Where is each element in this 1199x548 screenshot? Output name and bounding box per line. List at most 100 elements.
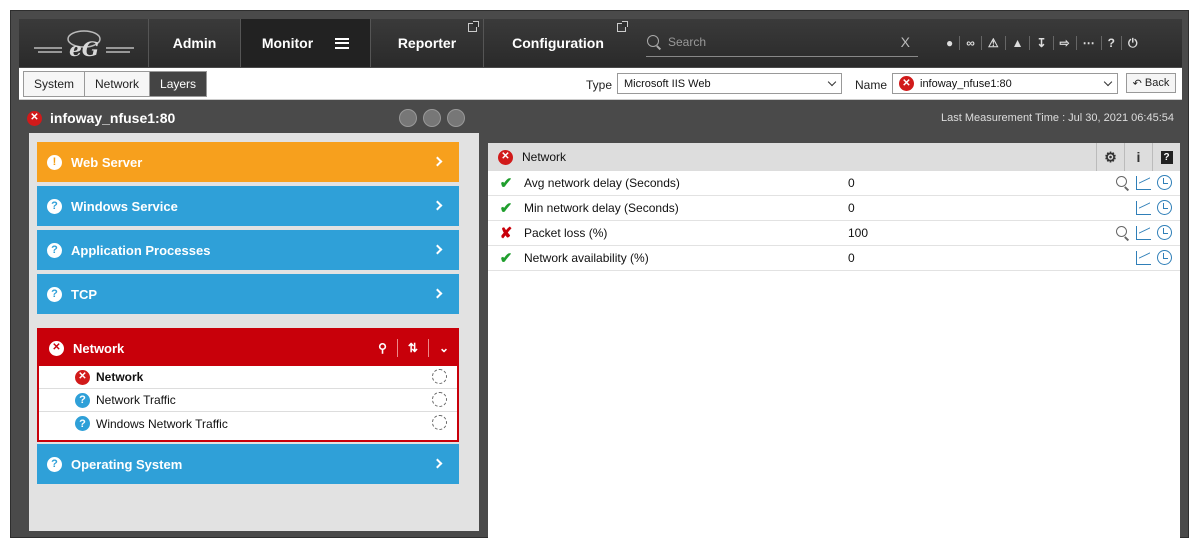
layer-tcp[interactable]: ? TCP <box>37 274 459 314</box>
chevron-down-icon <box>827 77 837 87</box>
warning-icon: ! <box>47 154 62 170</box>
component-header: ✕ infoway_nfuse1:80 Last Measurement Tim… <box>19 101 1182 135</box>
measures-header: ✕ Network ⚙ i ? <box>488 143 1180 171</box>
copy-icon[interactable] <box>423 109 441 127</box>
measures-title: Network <box>522 150 567 164</box>
chevron-right-icon <box>432 288 443 299</box>
critical-status-icon: ✕ <box>49 340 64 356</box>
power-icon[interactable]: ⏻ <box>1122 36 1144 50</box>
nav-configuration[interactable]: Configuration <box>484 19 632 67</box>
history-icon[interactable] <box>1157 250 1172 265</box>
external-link-icon <box>617 21 628 32</box>
menu-icon[interactable] <box>335 37 350 49</box>
name-label: Name <box>855 78 888 92</box>
measure-row: ✔ Network availability (%) 0 <box>488 246 1180 271</box>
critical-status-icon: ✕ <box>75 369 90 385</box>
measure-tools <box>1116 225 1172 240</box>
critical-status-icon: ✕ <box>498 149 513 165</box>
test-windows-network-traffic[interactable]: ? Windows Network Traffic <box>39 412 457 435</box>
nav-monitor[interactable]: Monitor <box>241 19 371 67</box>
unknown-status-icon: ? <box>47 456 62 472</box>
layer-label: Operating System <box>71 456 183 472</box>
last-measurement-time: Last Measurement Time : Jul 30, 2021 06:… <box>941 112 1174 124</box>
help-icon-box[interactable]: ? <box>1152 143 1180 171</box>
layer-application-processes[interactable]: ? Application Processes <box>37 230 459 270</box>
help-icon[interactable]: ? <box>1102 36 1122 50</box>
gear-icon[interactable]: ⚙ <box>1096 143 1124 171</box>
back-button[interactable]: ↶ Back <box>1126 73 1176 93</box>
tab-network[interactable]: Network <box>85 72 151 96</box>
history-icon[interactable] <box>1157 200 1172 215</box>
more-icon[interactable]: ⋯ <box>1077 36 1102 50</box>
user-icon[interactable]: ● <box>940 36 961 50</box>
ok-check-icon: ✔ <box>499 175 513 192</box>
bell-icon[interactable]: ▲ <box>1006 36 1031 50</box>
trend-graph-icon[interactable] <box>1136 175 1151 190</box>
gear-icon[interactable] <box>432 415 447 430</box>
search-icon[interactable]: ⚲ <box>378 341 387 355</box>
clear-search-icon[interactable]: X <box>901 34 918 50</box>
history-icon[interactable] <box>1157 225 1172 240</box>
trend-graph-icon[interactable] <box>1136 200 1151 215</box>
info-icon[interactable]: i <box>1124 143 1152 171</box>
nav-admin[interactable]: Admin <box>149 19 241 67</box>
name-select[interactable]: ✕ infoway_nfuse1:80 <box>892 73 1118 94</box>
top-icon-bar: ● ∞ ⚠ ▲ ↧ ⇨ ⋯ ? ⏻ <box>940 19 1143 67</box>
alert-icon[interactable]: ⚠ <box>982 36 1006 50</box>
magnifier-icon[interactable] <box>1116 225 1130 240</box>
collapse-icon[interactable]: ⇅ <box>408 341 418 355</box>
chevron-right-icon <box>432 244 443 255</box>
link-icon[interactable]: ∞ <box>960 36 982 50</box>
type-select[interactable]: Microsoft IIS Web <box>617 73 842 94</box>
layer-web-server[interactable]: ! Web Server <box>37 142 459 182</box>
unknown-status-icon: ? <box>75 392 90 408</box>
measures-header-actions: ⚙ i ? <box>1096 143 1180 171</box>
layer-label: Windows Service <box>71 198 178 214</box>
test-label: Windows Network Traffic <box>96 416 228 431</box>
measure-value: 0 <box>848 201 855 215</box>
measure-tools <box>1116 175 1172 190</box>
signin-icon[interactable]: ⇨ <box>1054 36 1077 50</box>
layer-network-expanded: ✕ Network ⚲ ⇅ ⌄ ✕ Network ? Network Traf… <box>37 328 459 442</box>
layer-windows-service[interactable]: ? Windows Service <box>37 186 459 226</box>
back-button-label: Back <box>1144 77 1170 89</box>
chevron-down-icon[interactable]: ⌄ <box>439 341 449 355</box>
toolbar: System Network Layers Type Microsoft IIS… <box>19 68 1182 100</box>
nav-reporter[interactable]: Reporter <box>371 19 484 67</box>
type-label: Type <box>586 78 613 92</box>
magnifier-icon[interactable] <box>1116 175 1130 190</box>
layer-network-actions: ⚲ ⇅ ⌄ <box>378 339 449 357</box>
download-icon[interactable]: ↧ <box>1030 36 1054 50</box>
eg-logo-graphic: eG <box>33 30 134 60</box>
measure-row: ✔ Min network delay (Seconds) 0 <box>488 196 1180 221</box>
settings-icon[interactable] <box>447 109 465 127</box>
chevron-right-icon <box>432 200 443 211</box>
measure-name: Network availability (%) <box>524 251 649 265</box>
trend-graph-icon[interactable] <box>1136 250 1151 265</box>
name-select-value: infoway_nfuse1:80 <box>920 77 1012 90</box>
tab-layers[interactable]: Layers <box>150 72 207 96</box>
nav-reporter-label: Reporter <box>397 35 457 51</box>
search-input[interactable] <box>668 34 895 49</box>
layer-operating-system[interactable]: ? Operating System <box>37 444 459 484</box>
logo-text: eG <box>69 37 99 60</box>
help-icon: ? <box>1160 150 1173 164</box>
ok-check-icon: ✔ <box>499 200 513 217</box>
tab-system[interactable]: System <box>24 72 86 96</box>
history-icon[interactable] <box>1157 175 1172 190</box>
gear-icon[interactable] <box>432 369 447 384</box>
layer-network[interactable]: ✕ Network ⚲ ⇅ ⌄ <box>39 330 457 366</box>
test-network[interactable]: ✕ Network <box>39 366 457 389</box>
test-label: Network Traffic <box>96 393 176 407</box>
eg-logo[interactable]: eG <box>19 19 149 67</box>
alarm-icon[interactable] <box>399 109 417 127</box>
view-tabs: System Network Layers <box>23 71 208 97</box>
type-select-value: Microsoft IIS Web <box>624 77 711 90</box>
fail-cross-icon: ✘ <box>499 225 513 242</box>
measure-name: Avg network delay (Seconds) <box>524 176 680 190</box>
unknown-status-icon: ? <box>47 198 62 214</box>
gear-icon[interactable] <box>432 392 447 407</box>
test-label: Network <box>96 370 144 384</box>
test-network-traffic[interactable]: ? Network Traffic <box>39 389 457 412</box>
trend-graph-icon[interactable] <box>1136 225 1151 240</box>
